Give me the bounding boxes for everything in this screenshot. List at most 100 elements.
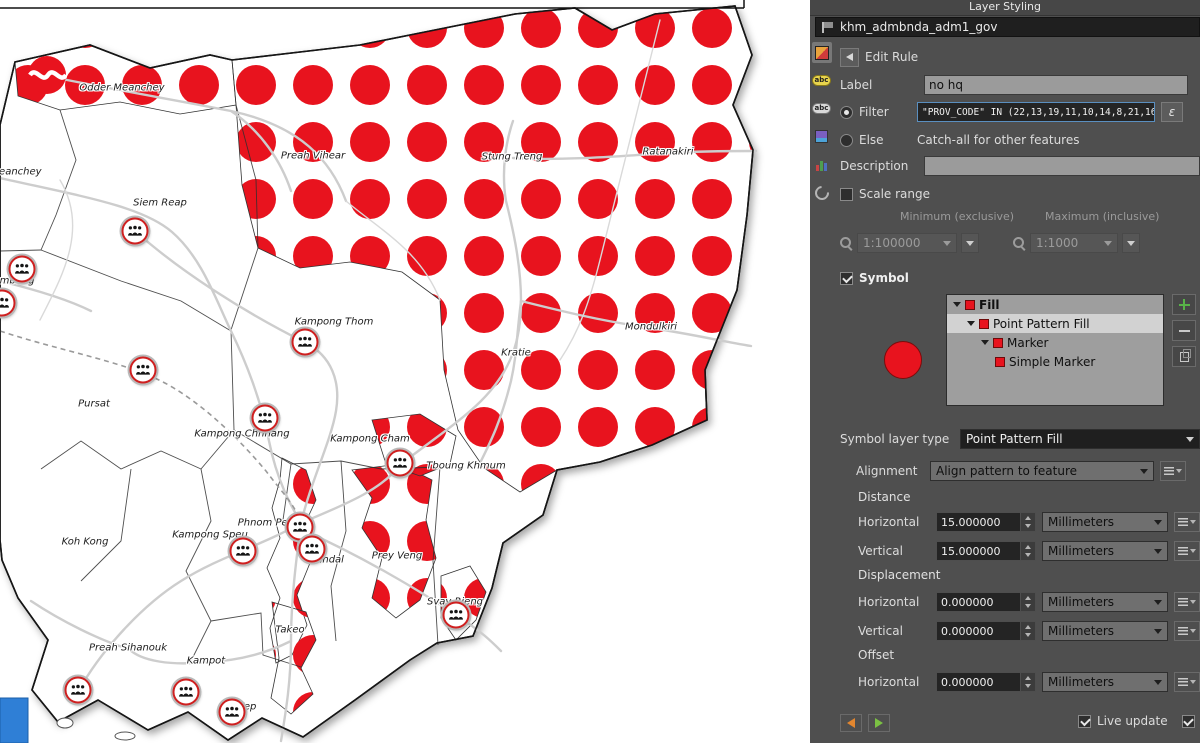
set-min-to-canvas-button[interactable] [961, 233, 979, 253]
filter-expression-input[interactable]: "PROV_CODE" IN (22,13,19,11,10,14,8,21,1… [917, 102, 1155, 122]
else-radio[interactable] [840, 134, 853, 147]
map-frame [0, 0, 744, 8]
layer-icon [822, 22, 834, 33]
plus-icon [1179, 299, 1190, 310]
tab-diagrams[interactable] [812, 154, 832, 175]
filter-radio[interactable] [840, 106, 853, 119]
live-update-row: Live update [1078, 714, 1195, 728]
live-update-checkbox[interactable] [1078, 715, 1091, 728]
tree-row-simple-marker[interactable]: Simple Marker [947, 352, 1163, 371]
expander-icon[interactable] [981, 340, 989, 345]
hq-marker-icon [230, 538, 257, 565]
label-caption: Label [840, 78, 918, 92]
tree-label: Simple Marker [1009, 355, 1095, 369]
data-defined-override-button[interactable] [1174, 621, 1200, 641]
chevron-down-icon [1154, 680, 1162, 685]
description-input[interactable] [924, 156, 1200, 176]
distance-horizontal-spinbox[interactable]: 15.000000 [936, 512, 1036, 532]
back-arrow-icon [847, 718, 855, 728]
red-dot-road-icon [27, 55, 67, 95]
data-defined-override-button[interactable] [1160, 461, 1186, 481]
minimum-scale-value: 1:100000 [863, 236, 921, 250]
tab-masks[interactable]: abc [812, 98, 832, 119]
panel-title: Layer Styling [810, 0, 1200, 16]
minimum-caption: Minimum (exclusive) [900, 210, 1014, 223]
alignment-combo[interactable]: Align pattern to feature [930, 461, 1154, 481]
maximum-scale-value: 1:1000 [1036, 236, 1078, 250]
extra-checkbox[interactable] [1182, 715, 1195, 728]
displacement-vertical-spinbox[interactable]: 0.000000 [936, 621, 1036, 641]
rule-label-input[interactable]: no hq [924, 75, 1188, 95]
blue-feature [0, 698, 28, 743]
province-label: Preah Sihanouk [89, 643, 167, 654]
spinner-buttons[interactable] [1020, 542, 1035, 560]
layer-header[interactable]: khm_admbnda_adm1_gov [815, 17, 1200, 37]
spinner-buttons[interactable] [1020, 673, 1035, 691]
islands [57, 718, 135, 740]
forward-arrow-icon [875, 718, 883, 728]
unit-combo[interactable]: Millimeters [1042, 672, 1168, 692]
unit-combo[interactable]: Millimeters [1042, 592, 1168, 612]
province-label: Preah Vihear [281, 151, 345, 162]
redo-button[interactable] [868, 714, 890, 732]
unit-combo[interactable]: Millimeters [1042, 541, 1168, 561]
chevron-down-icon [1176, 469, 1182, 473]
hq-marker-icon [65, 677, 92, 704]
expression-builder-button[interactable]: ε [1161, 102, 1183, 122]
chevron-down-icon [1190, 629, 1196, 633]
province-label: Mondulkiri [625, 322, 677, 333]
tab-history[interactable] [812, 182, 832, 203]
symbol-layer-type-combo[interactable]: Point Pattern Fill [960, 429, 1200, 449]
data-defined-override-button[interactable] [1174, 592, 1200, 612]
unit-value: Millimeters [1048, 515, 1114, 529]
symbol-row: Symbol [840, 267, 1200, 289]
province-label: Kampong Thom [295, 317, 374, 328]
scale-limits-row: 1:100000 1:1000 [840, 232, 1200, 254]
add-symbol-layer-button[interactable] [1172, 294, 1196, 315]
tree-row-point-pattern-fill[interactable]: Point Pattern Fill [947, 314, 1163, 333]
displacement-section-title: Displacement [858, 568, 941, 582]
data-defined-override-button[interactable] [1174, 672, 1200, 692]
duplicate-symbol-layer-button[interactable] [1172, 346, 1196, 367]
undo-button[interactable] [840, 714, 862, 732]
fill-swatch-icon [965, 300, 975, 310]
map-canvas[interactable]: Odder MeancheyMeancheyPreah VihearStung … [0, 0, 810, 743]
unit-combo[interactable]: Millimeters [1042, 512, 1168, 532]
distance-horizontal-row: Horizontal 15.000000 Millimeters [840, 511, 1200, 533]
tree-row-marker[interactable]: Marker [947, 333, 1163, 352]
description-row: Description [840, 155, 1200, 177]
tab-3d-view[interactable] [812, 126, 832, 147]
row-caption: Vertical [840, 544, 930, 558]
else-row: Else Catch-all for other features [840, 129, 1200, 151]
back-button[interactable] [840, 48, 859, 67]
spin-value: 0.000000 [937, 625, 1020, 638]
data-defined-override-button[interactable] [1174, 512, 1200, 532]
tab-symbology[interactable] [812, 42, 832, 63]
spinner-buttons[interactable] [1020, 513, 1035, 531]
distance-vertical-spinbox[interactable]: 15.000000 [936, 541, 1036, 561]
unit-combo[interactable]: Millimeters [1042, 621, 1168, 641]
diagram-icon [816, 159, 827, 171]
data-defined-icon [1178, 598, 1188, 606]
tree-label: Point Pattern Fill [993, 317, 1090, 331]
displacement-horizontal-spinbox[interactable]: 0.000000 [936, 592, 1036, 612]
expander-icon[interactable] [953, 302, 961, 307]
expander-icon[interactable] [967, 321, 975, 326]
remove-symbol-layer-button[interactable] [1172, 320, 1196, 341]
symbol-checkbox[interactable] [840, 272, 853, 285]
hq-marker-icon [252, 405, 279, 432]
tree-row-fill[interactable]: Fill [947, 295, 1163, 314]
labels-abc-icon: abc [812, 75, 832, 86]
spinner-buttons[interactable] [1020, 593, 1035, 611]
chevron-down-icon [1127, 241, 1135, 246]
minimum-scale-combo[interactable]: 1:100000 [857, 233, 957, 253]
tab-labels[interactable]: abc [812, 70, 832, 91]
simple-marker-swatch-icon [995, 357, 1005, 367]
scale-range-checkbox[interactable] [840, 188, 853, 201]
displacement-horizontal-row: Horizontal 0.000000 Millimeters [840, 591, 1200, 613]
data-defined-override-button[interactable] [1174, 541, 1200, 561]
set-max-to-canvas-button[interactable] [1122, 233, 1140, 253]
maximum-scale-combo[interactable]: 1:1000 [1030, 233, 1118, 253]
offset-horizontal-spinbox[interactable]: 0.000000 [936, 672, 1036, 692]
spinner-buttons[interactable] [1020, 622, 1035, 640]
